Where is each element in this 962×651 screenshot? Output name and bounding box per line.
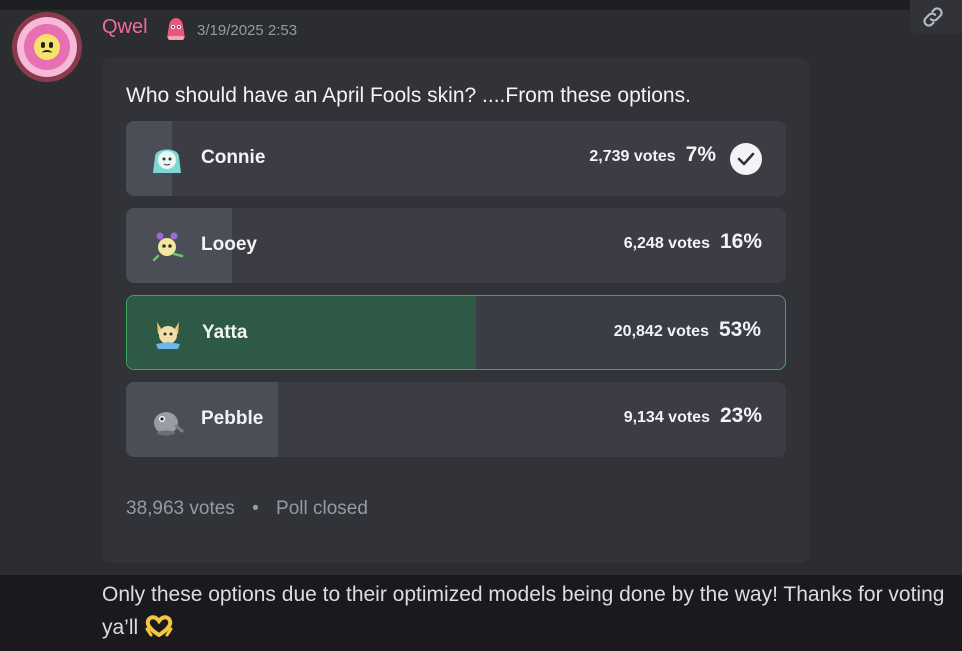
poll-card: Who should have an April Fools skin? ...… — [102, 58, 809, 563]
heart-hands-emoji-icon[interactable] — [144, 615, 174, 637]
copy-link-button[interactable] — [910, 0, 962, 34]
user-avatar[interactable] — [12, 12, 82, 82]
option-name: Connie — [201, 147, 266, 168]
pebble-avatar-icon — [154, 412, 184, 436]
option-percent: 23% — [719, 404, 762, 427]
option-name: Yatta — [202, 322, 248, 343]
checkmark-icon — [730, 143, 762, 175]
option-votes: 2,739 votes — [589, 148, 676, 165]
option-votes: 6,248 votes — [623, 235, 710, 252]
looey-avatar-icon — [152, 232, 184, 262]
poll-footer: 38,963 votes • Poll closed — [126, 498, 368, 520]
message-text: Only these options due to their optimize… — [102, 583, 945, 639]
yatta-avatar-icon — [156, 322, 180, 349]
pink-character-badge-icon — [167, 18, 185, 40]
total-votes[interactable]: 38,963 votes — [126, 498, 235, 519]
poll-question: Who should have an April Fools skin? ...… — [126, 84, 691, 107]
poll-status: Poll closed — [276, 498, 368, 519]
option-name: Looey — [201, 234, 257, 255]
connie-avatar-icon — [153, 149, 181, 173]
poll-option-looey[interactable]: Looey 6,248 votes 16% — [126, 208, 786, 283]
option-votes: 9,134 votes — [623, 409, 710, 426]
option-percent: 53% — [718, 318, 761, 341]
option-percent: 16% — [719, 230, 762, 253]
poll-option-connie[interactable]: Connie 2,739 votes 7% — [126, 121, 786, 196]
option-votes: 20,842 votes — [613, 323, 709, 340]
author-name[interactable]: Qwel — [102, 16, 148, 39]
message-body: Only these options due to their optimize… — [102, 578, 957, 644]
message-timestamp: 3/19/2025 2:53 — [197, 22, 298, 39]
footer-separator: • — [252, 498, 259, 519]
option-name: Pebble — [201, 408, 264, 429]
poll-option-pebble[interactable]: Pebble 9,134 votes 23% — [126, 382, 786, 457]
link-icon — [923, 7, 943, 27]
option-percent: 7% — [685, 143, 716, 166]
poll-option-yatta[interactable]: Yatta 20,842 votes 53% — [126, 295, 786, 370]
flower-face-icon — [34, 34, 60, 60]
top-strip — [0, 0, 962, 10]
